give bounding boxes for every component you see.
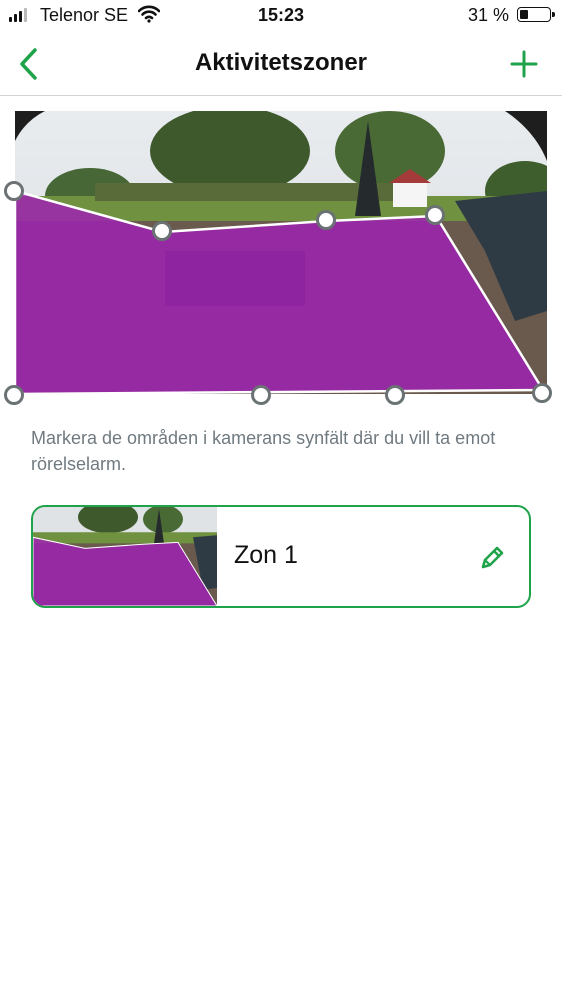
zone-thumbnail — [33, 507, 217, 606]
battery-fill — [520, 10, 528, 19]
zone-handle[interactable] — [251, 385, 271, 405]
battery-percent: 31 % — [467, 5, 509, 25]
status-bar: Telenor SE 15:23 31 % — [0, 0, 562, 32]
camera-image — [15, 111, 547, 394]
zone-handle[interactable] — [425, 205, 445, 225]
page-title: Aktivitetszoner — [194, 49, 368, 76]
zone-thumbnail-image — [33, 507, 217, 606]
zone-handle[interactable] — [152, 221, 172, 241]
zone-handle[interactable] — [385, 385, 405, 405]
navigation-bar: Aktivitetszoner — [0, 32, 562, 96]
plus-icon — [510, 50, 538, 78]
zone-instructions: Markera de områden i kamerans synfält dä… — [31, 428, 496, 474]
battery-icon — [517, 7, 555, 22]
zone-name: Zon 1 — [234, 541, 298, 569]
camera-preview — [4, 111, 552, 405]
add-zone-button[interactable] — [504, 44, 544, 84]
edit-zone-button[interactable] — [475, 541, 509, 575]
zone-handle[interactable] — [316, 210, 336, 230]
zone-handle[interactable] — [4, 385, 24, 405]
zone-card[interactable]: Zon 1 — [31, 505, 531, 608]
zone-handle[interactable] — [4, 181, 24, 201]
pencil-icon — [481, 546, 504, 569]
zone-handle[interactable] — [532, 383, 552, 403]
